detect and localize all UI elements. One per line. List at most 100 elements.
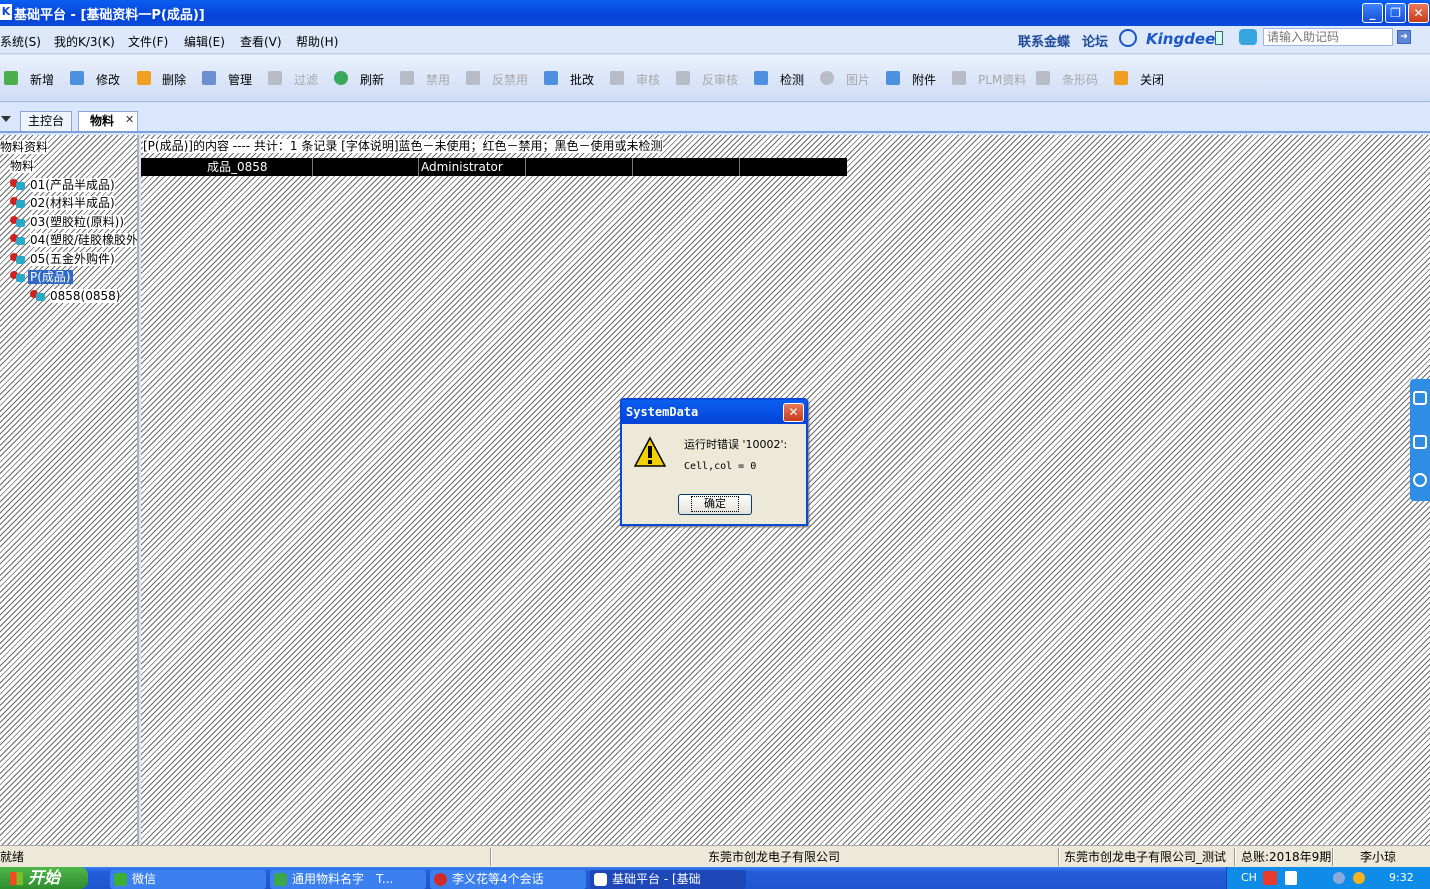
start-label: 开始 [28, 868, 61, 887]
document-icon [274, 873, 287, 886]
close-icon: ✕ [1413, 6, 1424, 20]
phone-icon[interactable] [1215, 31, 1223, 45]
table-row[interactable]: 成品_0858 Administrator [141, 158, 847, 176]
input-language[interactable]: CH [1241, 871, 1257, 884]
cloud-icon[interactable] [1239, 29, 1257, 45]
restore-button[interactable]: ❐ [1385, 3, 1406, 23]
status-user: 李小琼 [1360, 850, 1397, 864]
windows-flag-icon [10, 872, 23, 885]
status-period: 总账:2018年9期 [1241, 850, 1332, 864]
material-group-icon [10, 253, 26, 265]
ok-button[interactable]: 确定 [678, 494, 752, 515]
table-cell: Administrator [419, 158, 526, 176]
clock: 9:32 [1389, 871, 1414, 884]
enable-icon [466, 71, 480, 85]
menu-file[interactable]: 文件(F) [128, 33, 168, 50]
menu-system[interactable]: 系统(S) [0, 33, 41, 50]
status-separator [1234, 848, 1236, 866]
table-cell [740, 158, 847, 176]
tab-material-label: 物料 [89, 114, 114, 128]
side-service-panel [1410, 379, 1430, 501]
close-icon: ✕ [788, 405, 799, 419]
disable-icon [400, 71, 414, 85]
audit-icon [610, 71, 624, 85]
table-cell [633, 158, 740, 176]
close-door-icon [1114, 71, 1128, 85]
kingdee-app-icon: K [0, 4, 12, 20]
material-tree-pane: 物料资料 物料 01(产品半成品) 02(材料半成品) 03(塑胶粒(原料)) … [0, 135, 139, 845]
forum-link[interactable]: 论坛 [1082, 31, 1108, 50]
dialog-message: 运行时错误 '10002': [684, 438, 788, 451]
wechat-icon [114, 873, 127, 886]
material-group-icon [10, 216, 26, 228]
database-icon[interactable] [1413, 473, 1427, 487]
menu-view[interactable]: 查看(V) [240, 33, 282, 50]
minimize-icon: _ [1369, 6, 1376, 20]
material-group-icon [10, 197, 26, 209]
add-icon [4, 71, 18, 85]
window-title: 基础平台 - [基础资料一P(成品)] [14, 8, 205, 23]
material-group-icon [10, 234, 26, 246]
system-tray: CH 9:32 [1226, 867, 1430, 889]
material-group-icon [10, 271, 26, 283]
tools-icon [202, 71, 216, 85]
headset-icon[interactable] [1413, 391, 1427, 405]
contact-kingdee-link[interactable]: 联系金蝶 [1018, 31, 1070, 50]
network-icon[interactable] [1333, 872, 1345, 884]
content-summary: [P(成品)]的内容 ---- 共计：1 条记录 [字体说明]蓝色－未使用；红色… [143, 139, 663, 153]
error-dialog: SystemData ✕ 运行时错误 '10002': Cell,col = 0… [620, 398, 808, 526]
warning-icon [634, 436, 666, 467]
status-separator [1058, 848, 1060, 866]
dialog-close-button[interactable]: ✕ [783, 403, 804, 422]
status-text: 就绪 [0, 850, 25, 864]
menu-help[interactable]: 帮助(H) [296, 33, 338, 50]
material-group-icon [10, 179, 26, 191]
barcode-icon [1036, 71, 1050, 85]
taskbar: 开始 微信 通用物料名字 T... 李义花等4个会话 基础平台 - [基础 CH… [0, 867, 1430, 889]
status-separator [490, 848, 492, 866]
ok-button-label: 确定 [691, 496, 739, 512]
chat-icon [434, 873, 447, 886]
sogou-icon[interactable] [1263, 871, 1277, 885]
task-base-platform[interactable]: 基础平台 - [基础 [590, 870, 746, 889]
dialog-title: SystemData [622, 400, 806, 424]
menu-edit[interactable]: 编辑(E) [184, 33, 225, 50]
go-arrow-icon[interactable]: ➜ [1397, 30, 1411, 44]
message-icon[interactable] [1413, 435, 1427, 449]
smile-icon[interactable] [1119, 29, 1137, 47]
menu-my-k3[interactable]: 我的K/3(K) [54, 33, 115, 50]
tab-close-icon[interactable]: ✕ [125, 113, 134, 126]
delete-icon [137, 71, 151, 85]
status-separator [1332, 848, 1334, 866]
help-icon[interactable] [1285, 871, 1297, 885]
start-button[interactable]: 开始 [0, 867, 88, 889]
task-chat-sessions[interactable]: 李义花等4个会话 [430, 870, 586, 889]
kingdee-logo: Kingdee [1146, 30, 1216, 48]
helper-code-input[interactable] [1263, 28, 1393, 46]
task-material-name[interactable]: 通用物料名字 T... [270, 870, 426, 889]
picture-icon [820, 71, 834, 85]
qq-icon[interactable] [1353, 872, 1365, 884]
material-item-icon [30, 290, 46, 302]
refresh-icon [334, 71, 348, 85]
status-bar: 就绪 东莞市创龙电子有限公司 东莞市创龙电子有限公司_测试 总账:2018年9期… [0, 845, 1430, 867]
filter-icon [268, 71, 282, 85]
minimize-button[interactable]: _ [1362, 3, 1383, 23]
status-account: 东莞市创龙电子有限公司_测试 [1064, 850, 1227, 864]
table-cell [526, 158, 633, 176]
dialog-detail: Cell,col = 0 [684, 461, 757, 472]
task-wechat[interactable]: 微信 [110, 870, 266, 889]
tab-strip [0, 103, 1430, 133]
plm-icon [952, 71, 966, 85]
restore-icon: ❐ [1390, 6, 1401, 20]
table-cell [313, 158, 419, 176]
toolbar: 新增 修改 删除 管理 过滤 刷新 禁用 反禁用 批改 审核 反审核 检测 图片… [0, 55, 1430, 102]
table-cell: 成品_0858 [141, 158, 313, 176]
edit-icon [70, 71, 84, 85]
close-window-button[interactable]: ✕ [1408, 3, 1429, 23]
tab-main-console[interactable]: 主控台 [20, 111, 72, 131]
tree-header: 物料资料 [0, 140, 49, 154]
check-icon [754, 71, 768, 85]
status-company: 东莞市创龙电子有限公司 [708, 850, 841, 864]
tab-dropdown-icon[interactable] [1, 116, 11, 122]
